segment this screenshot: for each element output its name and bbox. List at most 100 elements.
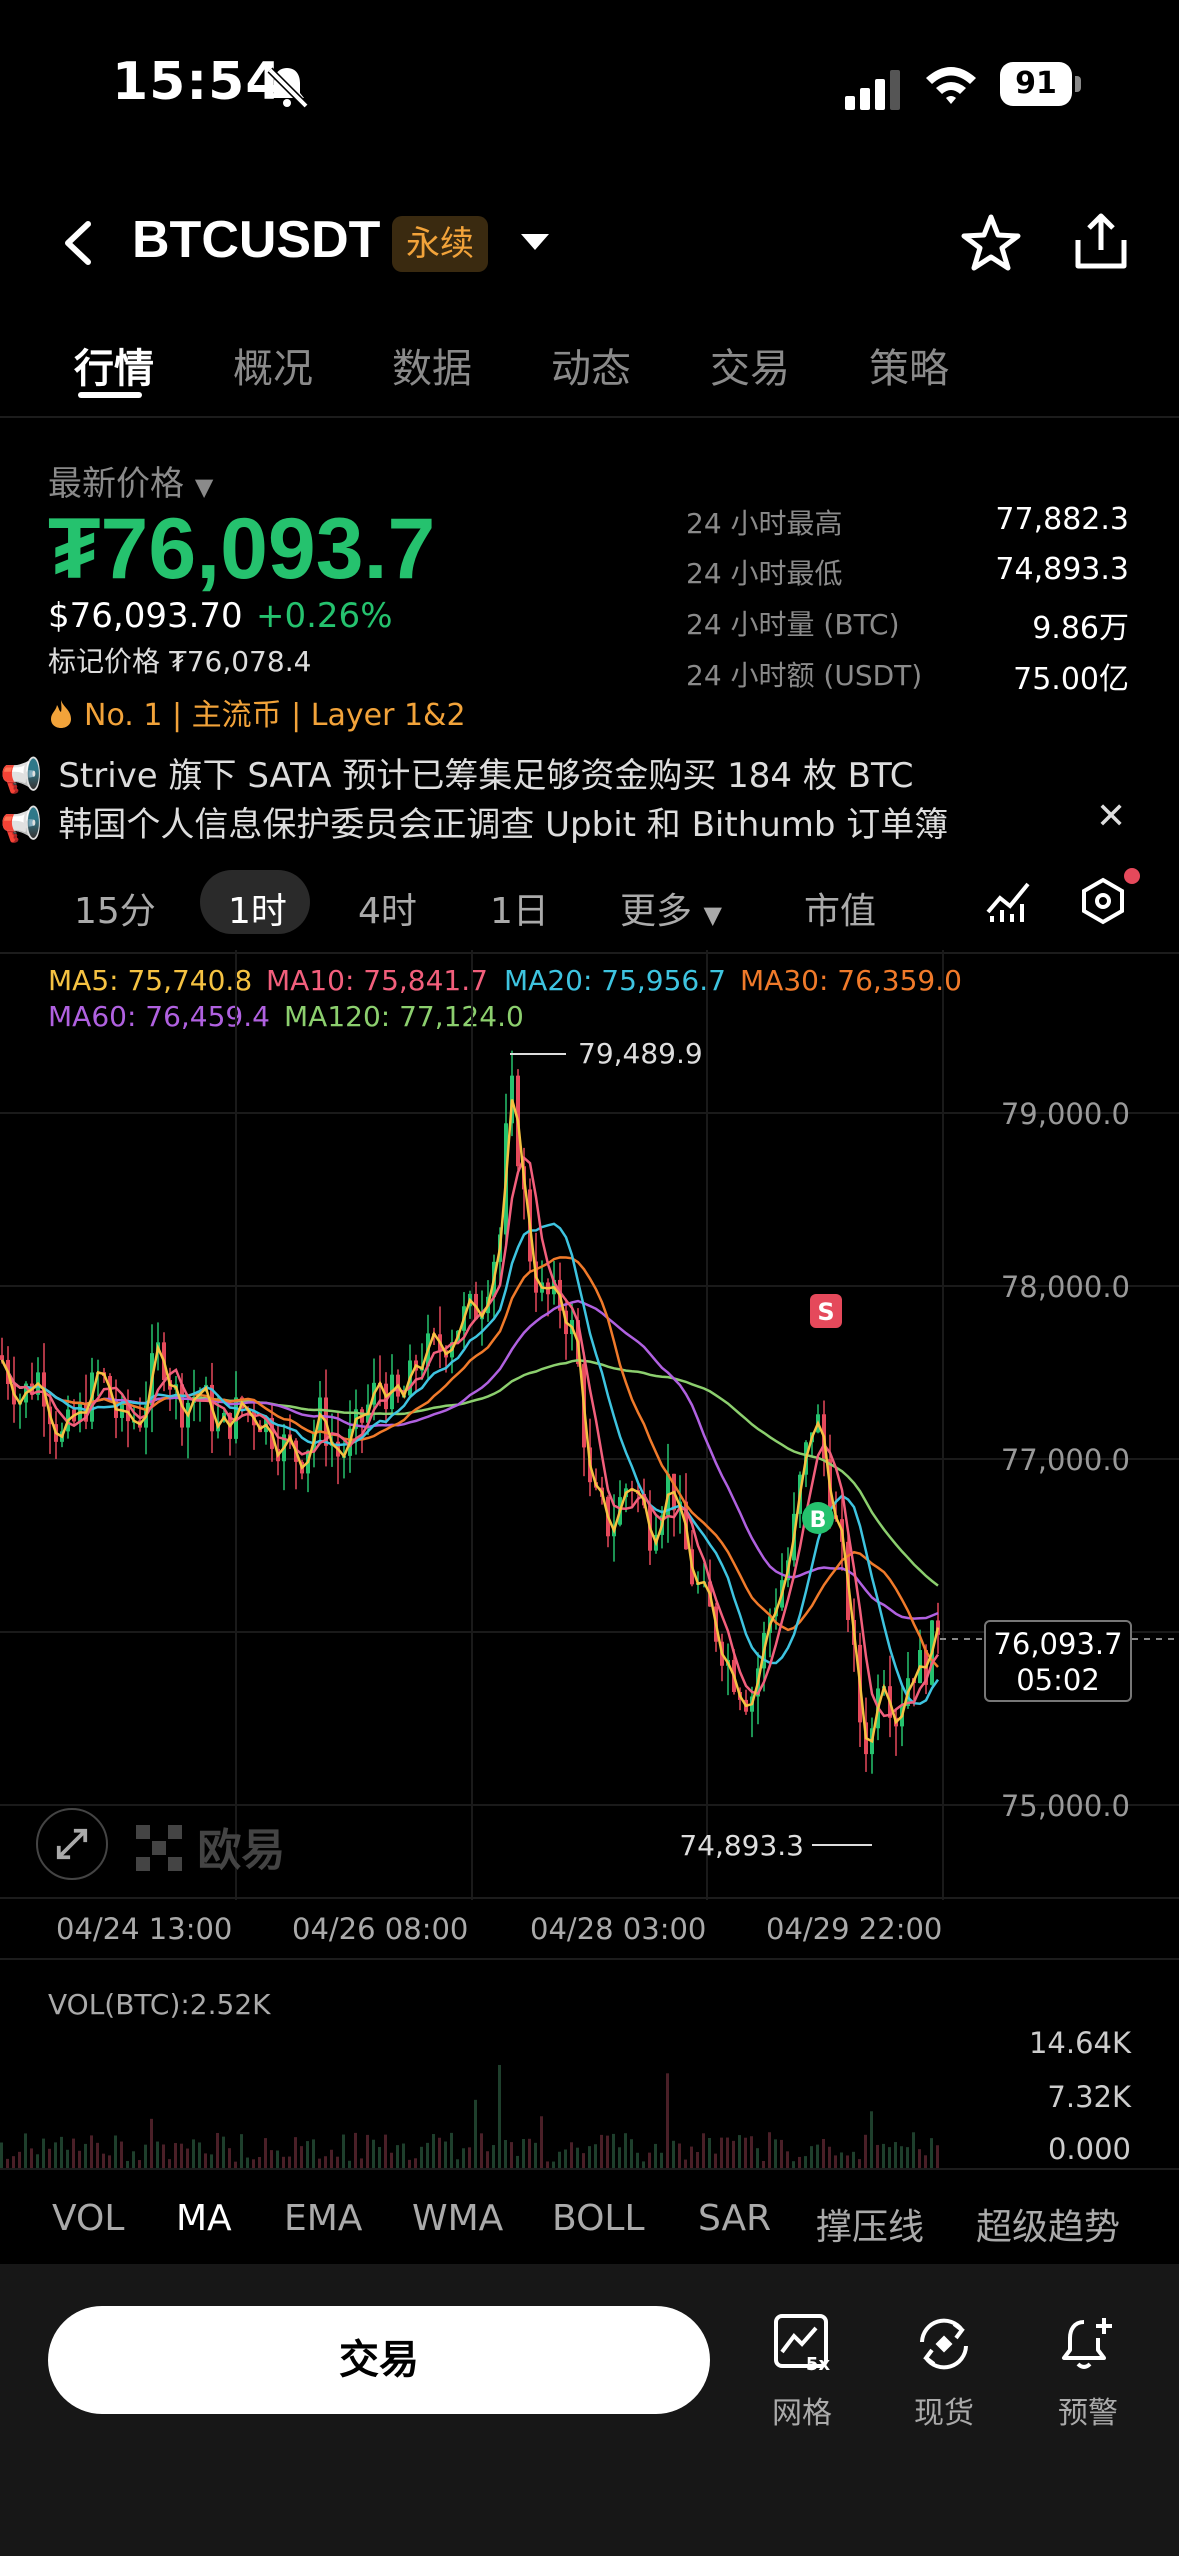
volume-bar: [678, 2143, 681, 2168]
tab-trade[interactable]: 交易: [710, 336, 790, 394]
alert-bell-icon[interactable]: [1056, 2312, 1120, 2376]
volume-bar: [684, 2159, 687, 2168]
alert-label[interactable]: 预警: [1028, 2388, 1148, 2432]
divider: [0, 1958, 1179, 1960]
volume-bar: [132, 2151, 135, 2168]
favorite-star-icon[interactable]: [960, 212, 1022, 274]
volume-bar: [42, 2138, 45, 2168]
volume-bar: [540, 2116, 543, 2168]
volume-bar: [846, 2155, 849, 2168]
volume-bar: [708, 2137, 711, 2168]
volume-bar: [642, 2161, 645, 2168]
grid-bot-icon[interactable]: 5x: [770, 2312, 834, 2376]
x-tick: 04/28 03:00: [530, 1912, 707, 1946]
price-change: +0.26%: [256, 596, 393, 636]
candlestick-chart[interactable]: 79,000.0 78,000.0 77,000.0 75,000.0 79,4…: [0, 950, 1179, 1900]
close-icon[interactable]: ✕: [1096, 796, 1126, 837]
volume-bar: [72, 2138, 75, 2168]
trade-button[interactable]: 交易: [48, 2306, 710, 2414]
tab-news[interactable]: 动态: [551, 336, 631, 394]
timeframe-1d[interactable]: 1日: [490, 882, 549, 934]
volume-bar: [612, 2133, 615, 2168]
volume-bar: [792, 2161, 795, 2168]
volume-bar: [504, 2140, 507, 2168]
symbol-title[interactable]: BTCUSDT: [132, 210, 380, 270]
volume-bar: [48, 2148, 51, 2168]
fullscreen-button[interactable]: [36, 1808, 108, 1880]
indicator-supertrend[interactable]: 超级趋势: [976, 2198, 1126, 2250]
divider: [0, 2168, 1179, 2170]
volume-bar: [228, 2148, 231, 2168]
volume-bar: [702, 2133, 705, 2168]
volume-bar: [570, 2142, 573, 2168]
timeframe-1h[interactable]: 1时: [228, 882, 287, 934]
volume-bar: [252, 2159, 255, 2168]
settings-hexagon-icon[interactable]: [1078, 876, 1128, 926]
news-text: 韩国个人信息保护委员会正调查 Upbit 和 Bithumb 订单簿: [58, 805, 949, 845]
tab-data[interactable]: 数据: [392, 336, 472, 394]
volume-label: VOL(BTC):2.52K: [48, 1988, 271, 2021]
volume-bar: [618, 2147, 621, 2168]
volume-bar: [858, 2159, 861, 2168]
volume-bar: [96, 2142, 99, 2168]
latest-price-label[interactable]: 最新价格 ▼: [48, 456, 213, 505]
tab-market[interactable]: 行情: [74, 336, 154, 394]
volume-bar: [498, 2064, 501, 2168]
tab-strategy[interactable]: 策略: [869, 336, 949, 394]
sell-marker[interactable]: S: [810, 1294, 842, 1328]
timeframe-4h[interactable]: 4时: [358, 882, 417, 934]
indicator-ema[interactable]: EMA: [284, 2198, 362, 2239]
volume-bar: [300, 2146, 303, 2168]
chart-indicator-icon[interactable]: [984, 876, 1034, 926]
volume-bar: [282, 2156, 285, 2168]
volume-bar: [216, 2132, 219, 2168]
last-price: ₮76,093.7: [48, 501, 436, 597]
volume-bar: [534, 2142, 537, 2168]
volume-bar: [480, 2133, 483, 2168]
timeframe-15m[interactable]: 15分: [74, 882, 156, 934]
volume-bar: [774, 2139, 777, 2168]
indicator-ma[interactable]: MA: [176, 2198, 232, 2239]
volume-bars: [0, 2064, 939, 2168]
buy-marker[interactable]: B: [802, 1502, 834, 1534]
volume-bar: [798, 2156, 801, 2168]
volume-bar: [486, 2151, 489, 2168]
volume-bar: [366, 2134, 369, 2168]
back-arrow-icon[interactable]: [60, 218, 96, 268]
volume-bar: [456, 2159, 459, 2168]
category-tags[interactable]: No. 1 | 主流币 | Layer 1&2: [48, 690, 466, 734]
share-icon[interactable]: [1070, 210, 1132, 272]
volume-bar: [402, 2143, 405, 2168]
tab-overview[interactable]: 概况: [233, 336, 313, 394]
volume-bar: [306, 2141, 309, 2168]
volume-bar: [822, 2138, 825, 2168]
news-item[interactable]: 📢 韩国个人信息保护委员会正调查 Upbit 和 Bithumb 订单簿: [0, 797, 1179, 846]
last-price-tag: 76,093.7 05:02: [984, 1620, 1132, 1702]
grid-bot-label[interactable]: 网格: [742, 2388, 862, 2432]
volume-bar: [276, 2150, 279, 2168]
indicator-wma[interactable]: WMA: [412, 2198, 503, 2239]
volume-bar: [840, 2152, 843, 2168]
timeframe-more[interactable]: 更多 ▼: [620, 882, 722, 934]
indicator-support-resistance[interactable]: 撑压线: [816, 2198, 924, 2250]
volume-bar: [174, 2143, 177, 2168]
news-ticker[interactable]: 📢 Strive 旗下 SATA 预计已筹集足够资金购买 184 枚 BTC 📢 韩…: [0, 748, 1179, 858]
volume-bar: [720, 2137, 723, 2168]
spot-swap-icon[interactable]: [912, 2312, 976, 2376]
indicator-boll[interactable]: BOLL: [552, 2198, 645, 2239]
volume-bar: [696, 2151, 699, 2168]
volume-bar: [936, 2145, 939, 2168]
indicator-sar[interactable]: SAR: [698, 2198, 771, 2239]
volume-bar: [594, 2144, 597, 2168]
volume-bar: [270, 2150, 273, 2168]
news-item[interactable]: 📢 Strive 旗下 SATA 预计已筹集足够资金购买 184 枚 BTC: [0, 748, 1179, 797]
chevron-down-icon[interactable]: [518, 230, 552, 254]
indicator-vol[interactable]: VOL: [52, 2198, 124, 2239]
sell-marker-label: S: [817, 1298, 834, 1326]
timeframe-marketcap[interactable]: 市值: [804, 882, 876, 934]
megaphone-icon: 📢: [0, 756, 43, 796]
volume-bar: [762, 2160, 765, 2168]
spot-label[interactable]: 现货: [884, 2388, 1004, 2432]
volume-bar: [288, 2156, 291, 2168]
volume-bar: [732, 2140, 735, 2168]
